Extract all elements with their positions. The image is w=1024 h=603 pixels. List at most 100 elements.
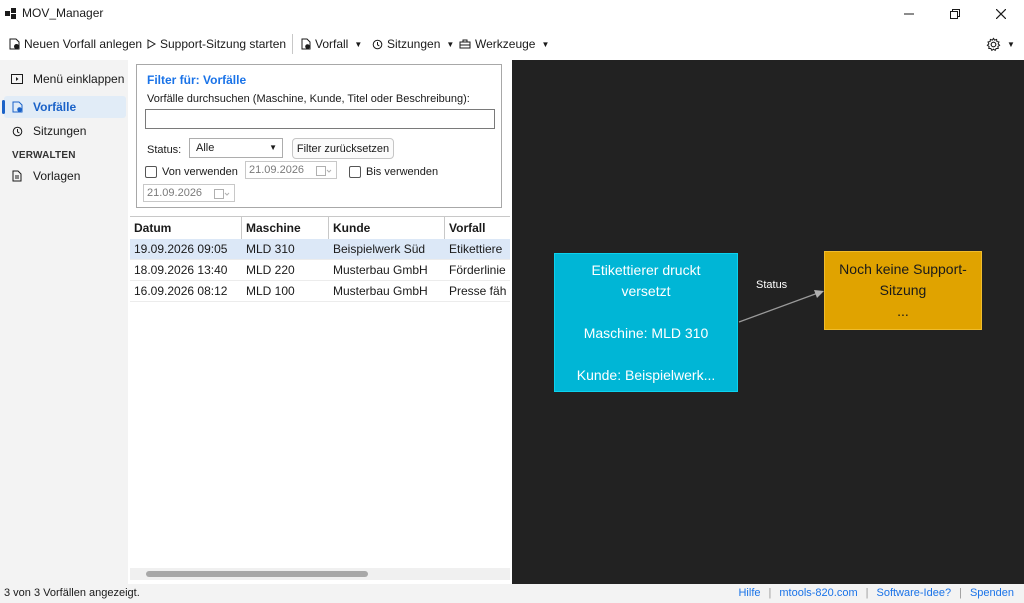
play-icon — [147, 39, 156, 49]
from-date-value: 21.09.2026 — [249, 164, 305, 176]
incident-list-panel: Filter für: Vorfälle Vorfälle durchsuche… — [128, 60, 512, 584]
sidebar: Menü einklappen Vorfälle Sitzungen VERWA… — [0, 60, 128, 584]
to-date-checkbox[interactable] — [349, 166, 361, 178]
app-icon — [5, 8, 16, 19]
support-session-node[interactable]: Noch keine Support- Sitzung ... — [824, 251, 982, 330]
gear-icon — [986, 36, 1001, 51]
minimize-button[interactable] — [886, 0, 932, 28]
sidebar-item-templates[interactable]: Vorlagen — [4, 165, 126, 187]
table-row[interactable]: 18.09.2026 13:40 MLD 220 Musterbau GmbH … — [130, 260, 510, 281]
column-header-date[interactable]: Datum — [130, 217, 242, 239]
chevron-down-icon: ▼ — [446, 39, 455, 49]
reset-filter-button[interactable]: Filter zurücksetzen — [292, 138, 394, 159]
document-icon — [10, 100, 24, 114]
chevron-down-icon: ▼ — [269, 143, 277, 152]
table-cell: 19.09.2026 09:05 — [134, 242, 228, 256]
table-cell: MLD 100 — [246, 284, 295, 298]
table-cell: Musterbau GmbH — [333, 263, 428, 277]
node-text: Sitzung — [879, 282, 927, 298]
website-link[interactable]: mtools-820.com — [779, 587, 857, 599]
calendar-icon — [214, 188, 230, 199]
incident-graph: Etikettierer druckt versetzt Maschine: M… — [512, 60, 1024, 584]
table-cell: 16.09.2026 08:12 — [134, 284, 228, 298]
status-label: Status: — [147, 144, 182, 156]
sessions-menu[interactable]: Sitzungen ▼ — [372, 35, 454, 53]
table-cell: Förderlinie — [449, 263, 506, 277]
from-date-picker[interactable]: 21.09.2026 — [245, 161, 337, 179]
minimize-icon — [904, 13, 914, 15]
restore-icon — [950, 9, 960, 19]
horizontal-scrollbar[interactable] — [130, 568, 510, 580]
status-select[interactable]: Alle ▼ — [189, 138, 283, 158]
table-cell: Presse fäh — [449, 284, 507, 298]
from-date-label: Von verwenden — [162, 166, 238, 178]
status-edge — [738, 292, 819, 323]
link-separator: | — [865, 587, 869, 599]
toolbar: Neuen Vorfall anlegen Support-Sitzung st… — [0, 28, 1024, 60]
from-date-checkbox[interactable] — [145, 166, 157, 178]
column-header-machine[interactable]: Maschine — [242, 217, 329, 239]
settings-button[interactable]: ▼ — [986, 35, 1015, 53]
search-input[interactable] — [145, 109, 495, 129]
donate-link[interactable]: Spenden — [970, 587, 1014, 599]
scrollbar-thumb[interactable] — [146, 571, 368, 577]
table-cell: Etikettiere — [449, 242, 503, 256]
incident-table: Datum Maschine Kunde Vorfall 19.09.2026 … — [130, 216, 510, 572]
table-cell: Beispielwerk Süd — [333, 242, 426, 256]
node-text: Etikettierer druckt — [591, 261, 701, 278]
search-label: Vorfälle durchsuchen (Maschine, Kunde, T… — [147, 93, 470, 105]
sidebar-item-incidents[interactable]: Vorfälle — [2, 96, 126, 118]
start-support-button[interactable]: Support-Sitzung starten — [147, 35, 286, 53]
status-select-value: Alle — [196, 142, 215, 154]
restore-button[interactable] — [932, 0, 978, 28]
close-icon — [996, 9, 1006, 19]
new-document-icon — [9, 38, 20, 50]
start-support-label: Support-Sitzung starten — [160, 37, 287, 51]
new-incident-label: Neuen Vorfall anlegen — [24, 37, 143, 51]
incident-node[interactable]: Etikettierer druckt versetzt Maschine: M… — [554, 253, 738, 392]
node-text: ... — [897, 303, 909, 319]
close-button[interactable] — [978, 0, 1024, 28]
to-date-value: 21.09.2026 — [147, 187, 203, 199]
panel-collapse-icon — [10, 72, 24, 86]
arrow-head-icon — [814, 290, 824, 298]
column-header-incident[interactable]: Vorfall — [445, 217, 510, 239]
incident-menu-label: Vorfall — [315, 37, 349, 51]
filter-title: Filter für: Vorfälle — [147, 73, 247, 87]
filter-panel: Filter für: Vorfälle Vorfälle durchsuche… — [136, 64, 502, 208]
tools-menu[interactable]: Werkzeuge ▼ — [459, 35, 549, 53]
template-icon — [10, 169, 24, 183]
sessions-menu-label: Sitzungen — [387, 37, 441, 51]
tools-menu-label: Werkzeuge — [475, 37, 536, 51]
software-idea-link[interactable]: Software-Idee? — [876, 587, 951, 599]
sidebar-section-manage: VERWALTEN — [12, 150, 76, 161]
edge-label: Status — [756, 279, 788, 291]
node-text: Kunde: Beispielwerk... — [576, 366, 716, 383]
sidebar-item-sessions[interactable]: Sitzungen — [4, 120, 126, 142]
sidebar-item-label: Vorfälle — [33, 100, 77, 114]
new-incident-button[interactable]: Neuen Vorfall anlegen — [9, 35, 142, 53]
help-link[interactable]: Hilfe — [738, 587, 760, 599]
sidebar-item-label: Sitzungen — [33, 124, 87, 138]
table-cell: MLD 220 — [246, 263, 295, 277]
window-title: MOV_Manager — [22, 6, 104, 20]
column-header-customer[interactable]: Kunde — [329, 217, 445, 239]
to-date-picker[interactable]: 21.09.2026 — [143, 184, 235, 202]
table-row[interactable]: 19.09.2026 09:05 MLD 310 Beispielwerk Sü… — [130, 239, 510, 260]
link-separator: | — [959, 587, 962, 599]
table-header: Datum Maschine Kunde Vorfall — [130, 216, 510, 239]
chevron-down-icon: ▼ — [541, 39, 550, 49]
incident-menu[interactable]: Vorfall ▼ — [301, 35, 362, 53]
table-row[interactable]: 16.09.2026 08:12 MLD 100 Musterbau GmbH … — [130, 281, 510, 302]
sidebar-item-label: Vorlagen — [33, 169, 81, 183]
status-bar: 3 von 3 Vorfällen angezeigt. Hilfe | mto… — [0, 584, 1024, 603]
toolbar-separator — [292, 34, 293, 54]
sidebar-item-label: Menü einklappen — [33, 72, 125, 86]
footer-links: Hilfe | mtools-820.com | Software-Idee? … — [738, 587, 1014, 599]
node-text: Maschine: MLD 310 — [583, 324, 709, 341]
chevron-down-icon: ▼ — [1007, 39, 1015, 49]
table-cell: Musterbau GmbH — [333, 284, 428, 298]
sidebar-item-collapse[interactable]: Menü einklappen — [4, 68, 126, 90]
table-cell: MLD 310 — [246, 242, 295, 256]
toolbox-icon — [459, 39, 471, 49]
